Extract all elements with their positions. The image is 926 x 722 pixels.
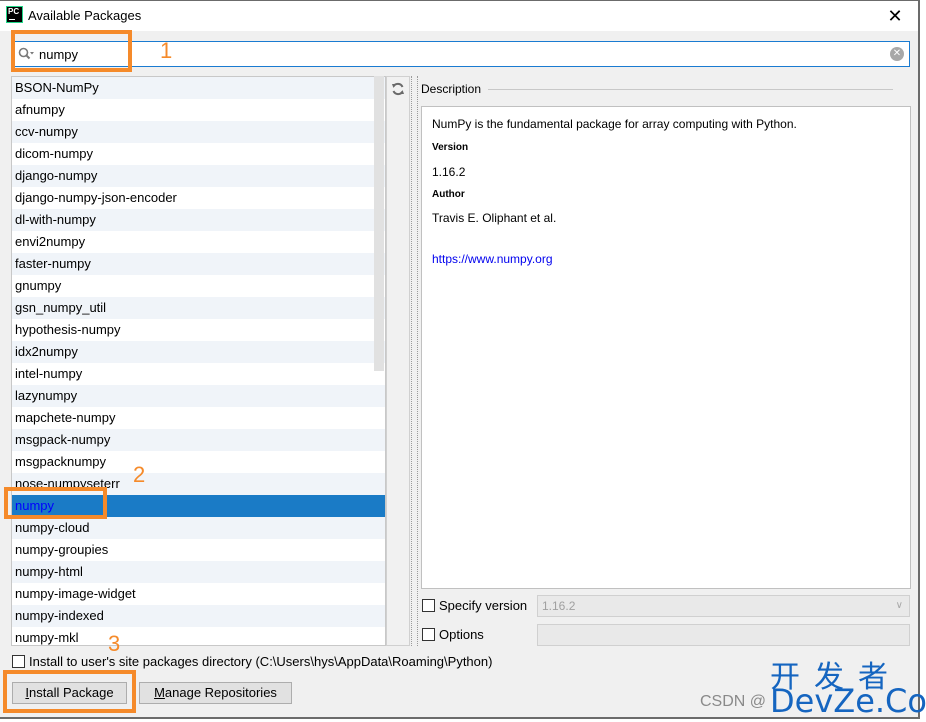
package-row[interactable]: BSON-NumPy bbox=[12, 77, 385, 99]
author-heading: Author bbox=[432, 189, 465, 200]
package-row[interactable]: numpy-cloud bbox=[12, 517, 385, 539]
annotation-box-install bbox=[3, 670, 136, 713]
watermark-csdn: CSDN @ bbox=[700, 693, 767, 710]
annotation-box-numpy bbox=[4, 487, 107, 519]
list-toolbar bbox=[386, 76, 410, 646]
package-search-field[interactable]: ✕ bbox=[12, 41, 910, 67]
options-input[interactable] bbox=[537, 624, 910, 646]
package-row[interactable]: django-numpy bbox=[12, 165, 385, 187]
package-row[interactable]: mapchete-numpy bbox=[12, 407, 385, 429]
package-row[interactable]: envi2numpy bbox=[12, 231, 385, 253]
package-row[interactable]: lazynumpy bbox=[12, 385, 385, 407]
package-row[interactable]: ccv-numpy bbox=[12, 121, 385, 143]
specify-version-checkbox[interactable] bbox=[422, 599, 435, 612]
refresh-icon[interactable] bbox=[391, 82, 405, 96]
description-divider bbox=[488, 89, 893, 90]
version-value: 1.16.2 bbox=[432, 165, 466, 179]
package-row[interactable]: idx2numpy bbox=[12, 341, 385, 363]
description-panel: NumPy is the fundamental package for arr… bbox=[421, 106, 911, 589]
package-row[interactable]: faster-numpy bbox=[12, 253, 385, 275]
package-list[interactable]: BSON-NumPy afnumpy ccv-numpy dicom-numpy dja… bbox=[11, 76, 386, 646]
options-checkbox[interactable] bbox=[422, 628, 435, 641]
close-icon[interactable]: ✕ bbox=[872, 1, 918, 31]
package-list-scrollbar[interactable] bbox=[374, 76, 384, 371]
package-row[interactable]: numpy-html bbox=[12, 561, 385, 583]
package-row[interactable]: gnumpy bbox=[12, 275, 385, 297]
package-summary: NumPy is the fundamental package for arr… bbox=[432, 117, 797, 131]
package-row[interactable]: numpy-image-widget bbox=[12, 583, 385, 605]
package-row[interactable]: django-numpy-json-encoder bbox=[12, 187, 385, 209]
package-row[interactable]: dicom-numpy bbox=[12, 143, 385, 165]
clear-search-icon[interactable]: ✕ bbox=[890, 47, 904, 61]
description-section-label: Description bbox=[421, 82, 482, 96]
version-select-value: 1.16.2 bbox=[542, 599, 576, 613]
package-row[interactable]: intel-numpy bbox=[12, 363, 385, 385]
pycharm-app-icon: PC bbox=[6, 6, 23, 23]
chevron-down-icon: ∨ bbox=[895, 600, 903, 611]
manage-repositories-button[interactable]: Manage Repositories bbox=[139, 682, 292, 704]
package-row[interactable]: hypothesis-numpy bbox=[12, 319, 385, 341]
package-row[interactable]: gsn_numpy_util bbox=[12, 297, 385, 319]
install-user-site-checkbox[interactable] bbox=[12, 655, 25, 668]
available-packages-dialog: PC Available Packages ✕ ✕ BSON-NumPyafnu… bbox=[0, 0, 920, 719]
package-row[interactable]: afnumpy bbox=[12, 99, 385, 121]
package-row[interactable]: msgpack-numpy bbox=[12, 429, 385, 451]
version-heading: Version bbox=[432, 142, 469, 153]
panel-splitter[interactable] bbox=[411, 76, 418, 646]
homepage-link[interactable]: https://www.numpy.org bbox=[432, 252, 553, 266]
annotation-step-1: 1 bbox=[160, 38, 173, 63]
annotation-step-2: 2 bbox=[133, 462, 146, 487]
specify-version-label[interactable]: Specify version bbox=[439, 598, 527, 613]
author-value: Travis E. Oliphant et al. bbox=[432, 211, 557, 225]
package-row[interactable]: numpy-indexed bbox=[12, 605, 385, 627]
annotation-step-3: 3 bbox=[108, 631, 121, 656]
version-select[interactable]: 1.16.2 ∨ bbox=[537, 595, 910, 617]
options-label[interactable]: Options bbox=[439, 627, 484, 642]
title-bar: PC Available Packages ✕ bbox=[0, 1, 918, 31]
annotation-box-search bbox=[11, 30, 132, 72]
package-row[interactable]: msgpacknumpy bbox=[12, 451, 385, 473]
package-row[interactable]: numpy-mkl bbox=[12, 627, 385, 645]
install-user-site-label[interactable]: Install to user's site packages director… bbox=[29, 654, 492, 669]
watermark-devze: DevZe.CoM bbox=[770, 682, 926, 720]
package-row[interactable]: numpy-groupies bbox=[12, 539, 385, 561]
window-title: Available Packages bbox=[28, 8, 142, 23]
package-row[interactable]: dl-with-numpy bbox=[12, 209, 385, 231]
